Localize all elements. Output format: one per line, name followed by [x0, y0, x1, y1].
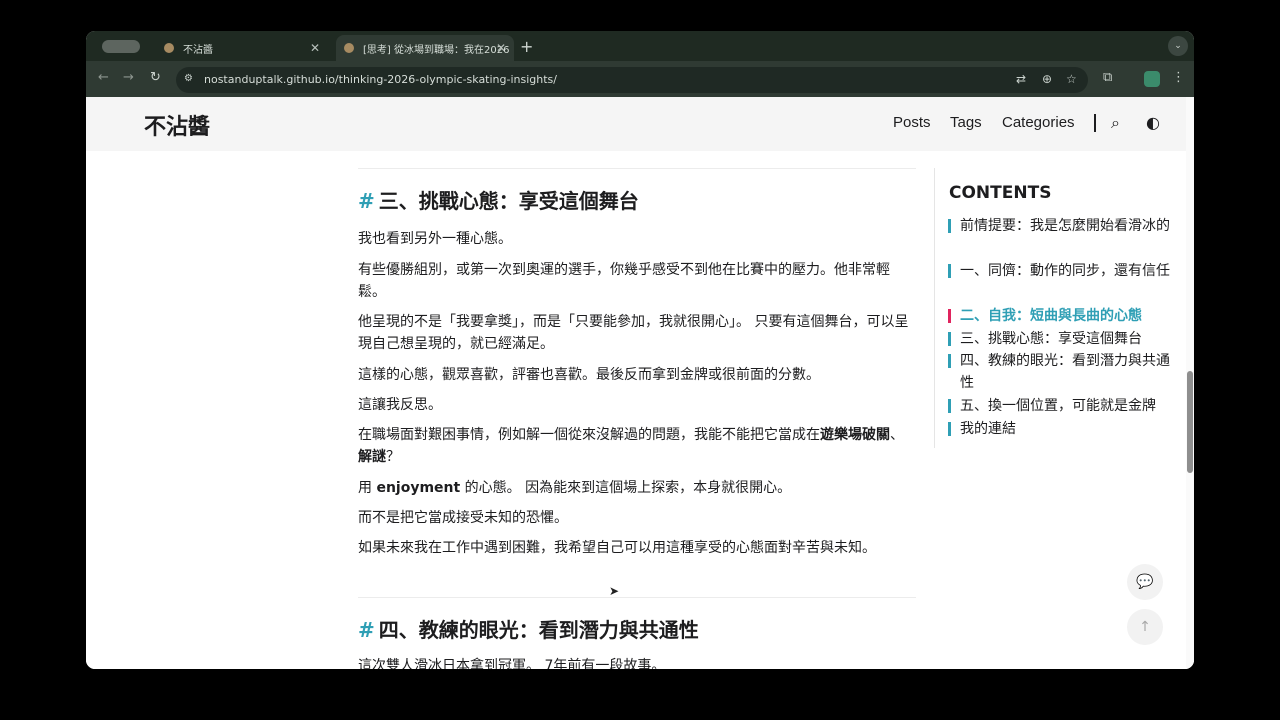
tab-title: 不沾醬: [183, 44, 213, 56]
nav-divider: [1094, 114, 1096, 132]
forward-icon[interactable]: →: [123, 70, 134, 85]
browser-window: 不沾醬 ✕ [思考] 從冰場到職場：我在2026 ✕ + ⌄ ← → ↻ ⚙ n…: [86, 31, 1194, 669]
paragraph: 有些優勝組別，或第一次到奧運的選手，你幾乎感受不到他在比賽中的壓力。他非常輕鬆。: [358, 262, 890, 300]
profile-avatar[interactable]: [1144, 71, 1160, 87]
toc-item[interactable]: 前情提要：我是怎麼開始看滑冰的: [948, 215, 1176, 237]
browser-menu-icon[interactable]: ⋮: [1172, 70, 1185, 85]
tab-bar: 不沾醬 ✕ [思考] 從冰場到職場：我在2026 ✕ + ⌄: [86, 31, 1194, 61]
new-tab-button[interactable]: +: [520, 37, 533, 56]
favicon-icon: [344, 43, 354, 53]
nav-posts[interactable]: Posts: [893, 114, 931, 131]
paragraph: 這次雙人滑冰日本拿到冠軍。 7年前有一段故事。: [358, 658, 666, 669]
arrow-up-icon[interactable]: ↑: [1127, 609, 1163, 645]
toc-title: CONTENTS: [949, 183, 1052, 203]
tab-title: [思考] 從冰場到職場：我在2026: [363, 44, 510, 56]
toc-rule: [934, 168, 935, 448]
heading-anchor[interactable]: #: [358, 618, 375, 642]
paragraph: 用 enjoyment 的心態。 因為能來到這個場上探索，本身就很開心。: [358, 480, 792, 496]
address-bar[interactable]: ⚙ nostanduptalk.github.io/thinking-2026-…: [176, 67, 1088, 93]
section-divider: [358, 597, 916, 598]
comment-icon[interactable]: 💬: [1127, 564, 1163, 600]
favicon-icon: [164, 43, 174, 53]
paragraph: 在職場面對艱困事情，例如解一個從來沒解過的問題，我能不能把它當成在遊樂場破關、解…: [358, 427, 904, 465]
toc-item[interactable]: 一、同儕：動作的同步，還有信任: [948, 260, 1176, 282]
search-icon[interactable]: ⌕: [1111, 113, 1120, 133]
translate-icon[interactable]: ⇄: [1016, 72, 1026, 86]
scrollbar-thumb[interactable]: [1187, 371, 1193, 473]
section-heading-4: # 四、教練的眼光：看到潛力與共通性: [358, 618, 699, 642]
back-icon[interactable]: ←: [98, 70, 109, 85]
heading-anchor[interactable]: #: [358, 189, 375, 213]
paragraph: 他呈現的不是「我要拿獎」，而是「只要能參加，我就很開心」。 只要有這個舞台，可以…: [358, 314, 909, 352]
toc-item[interactable]: 三、挑戰心態：享受這個舞台: [948, 328, 1176, 350]
bookmark-star-icon[interactable]: ☆: [1066, 72, 1077, 86]
theme-toggle-icon[interactable]: ◐: [1146, 113, 1160, 132]
paragraph: 我也看到另外一種心態。: [358, 231, 512, 247]
paragraph: 這樣的心態，觀眾喜歡，評審也喜歡。最後反而拿到金牌或很前面的分數。: [358, 367, 820, 383]
toc-item[interactable]: 五、換一個位置，可能就是金牌: [948, 395, 1176, 417]
nav-categories[interactable]: Categories: [1002, 114, 1075, 131]
mouse-cursor-icon: ➤: [609, 584, 620, 598]
zoom-icon[interactable]: ⊕: [1042, 72, 1052, 86]
browser-toolbar: ← → ↻ ⚙ nostanduptalk.github.io/thinking…: [86, 61, 1194, 97]
paragraph: 這讓我反思。: [358, 397, 442, 413]
tab-group-pill[interactable]: [102, 40, 140, 53]
tab-search-icon[interactable]: ⌄: [1168, 36, 1188, 56]
site-header: 不沾醬 Posts Tags Categories ⌕ ◐: [86, 97, 1186, 151]
tab-article[interactable]: [思考] 從冰場到職場：我在2026 ✕: [336, 35, 514, 61]
close-tab-icon[interactable]: ✕: [496, 41, 506, 55]
toc-item-active[interactable]: 二、自我：短曲與長曲的心態: [948, 305, 1176, 327]
section-heading-3: # 三、挑戰心態：享受這個舞台: [358, 189, 639, 213]
site-info-icon[interactable]: ⚙: [184, 73, 193, 84]
section-divider: [358, 168, 916, 169]
reload-icon[interactable]: ↻: [150, 70, 161, 85]
close-tab-icon[interactable]: ✕: [310, 41, 320, 55]
toc-item[interactable]: 四、教練的眼光：看到潛力與共通性: [948, 350, 1176, 394]
toc-item[interactable]: 我的連結: [948, 418, 1176, 440]
nav-tags[interactable]: Tags: [950, 114, 982, 131]
paragraph: 如果未來我在工作中遇到困難，我希望自己可以用這種享受的心態面對辛苦與未知。: [358, 540, 876, 556]
web-page: 不沾醬 Posts Tags Categories ⌕ ◐ # 三、挑戰心態：享受…: [86, 97, 1194, 669]
site-logo[interactable]: 不沾醬: [144, 109, 210, 141]
tab-home[interactable]: 不沾醬 ✕: [156, 35, 328, 61]
paragraph: 而不是把它當成接受未知的恐懼。: [358, 510, 568, 526]
url-text: nostanduptalk.github.io/thinking-2026-ol…: [204, 73, 557, 86]
extensions-icon[interactable]: ⧉: [1103, 70, 1112, 85]
